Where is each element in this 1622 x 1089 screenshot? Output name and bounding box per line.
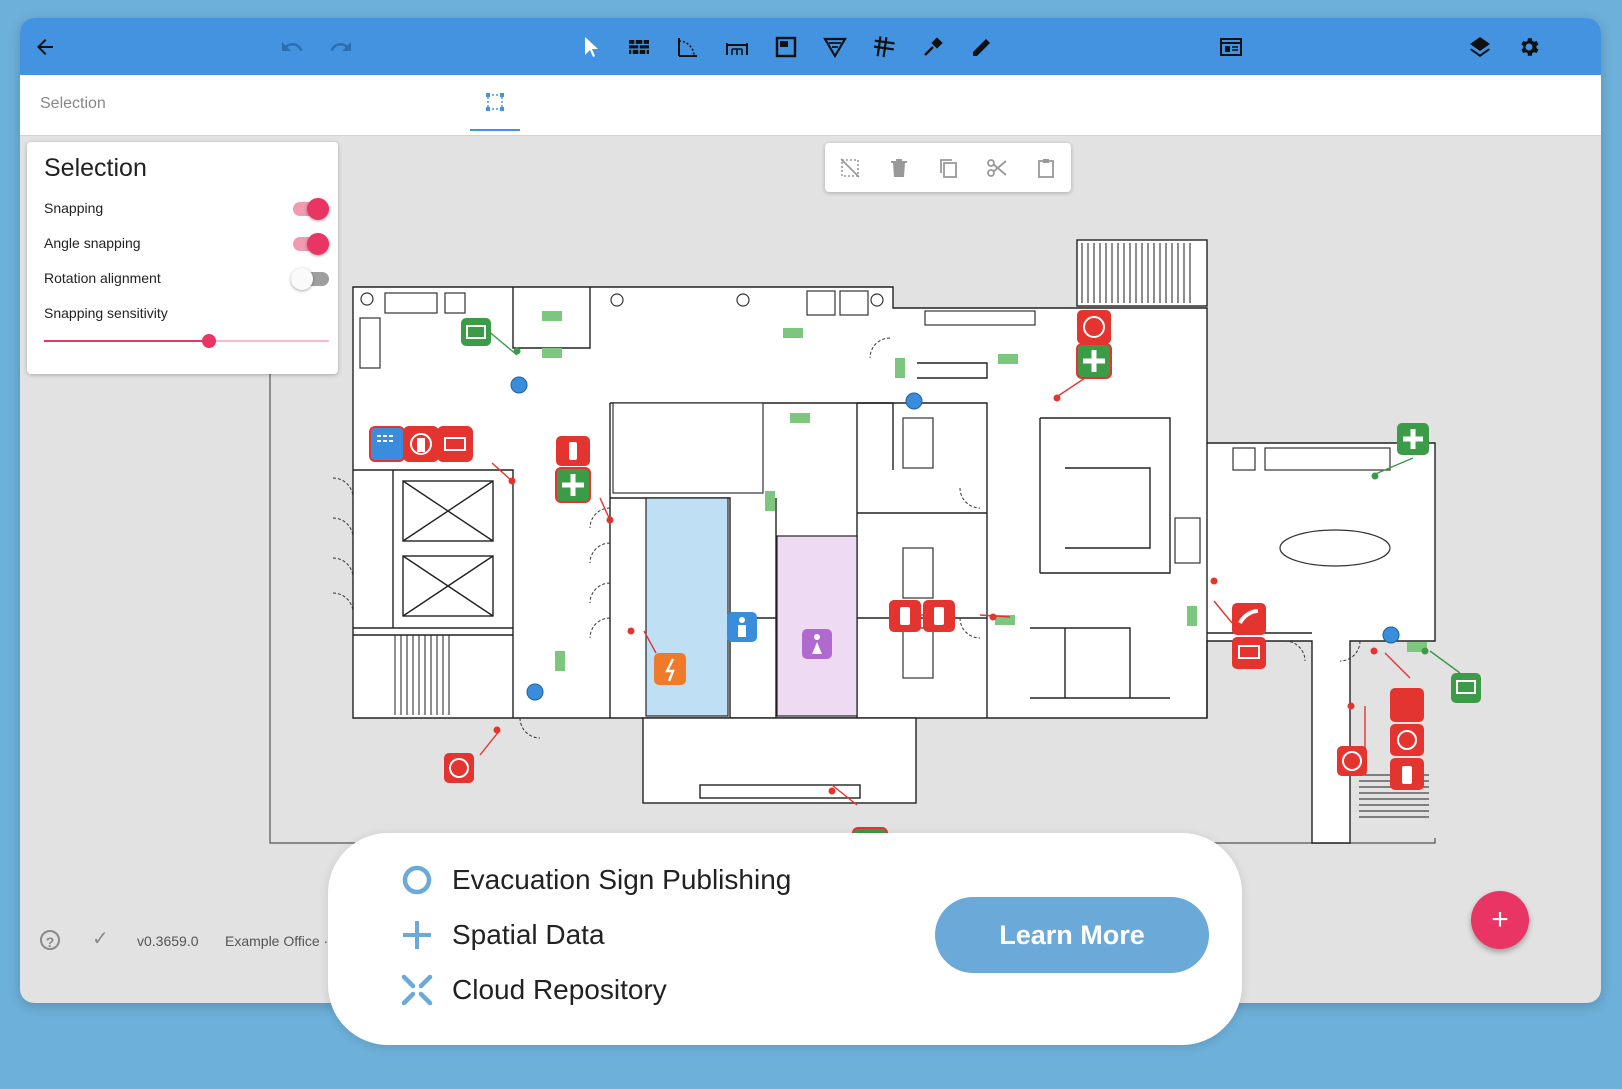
dimension-icon[interactable]: [722, 32, 752, 62]
sensitivity-slider[interactable]: [44, 334, 329, 348]
promo-card: Evacuation Sign Publishing Spatial Data …: [328, 833, 1242, 1045]
check-icon: ✓: [92, 928, 109, 950]
feature-label: Cloud Repository: [452, 974, 667, 1005]
add-button[interactable]: +: [1471, 891, 1529, 949]
gear-icon[interactable]: [1514, 32, 1544, 62]
snapping-label: Snapping: [44, 200, 104, 216]
help-icon[interactable]: ?: [40, 930, 60, 950]
copy-icon[interactable]: [935, 155, 961, 181]
mode-bar: Selection: [20, 75, 1601, 136]
panel-title: Selection: [44, 154, 147, 182]
trash-icon[interactable]: [886, 155, 912, 181]
slider-thumb[interactable]: [202, 334, 217, 348]
arrow-left-icon[interactable]: [30, 32, 60, 62]
scissors-icon[interactable]: [984, 155, 1010, 181]
cursor-icon[interactable]: [575, 32, 605, 62]
wall-icon[interactable]: [624, 32, 654, 62]
top-toolbar: [20, 18, 1601, 75]
angle-icon[interactable]: [673, 32, 703, 62]
undo-icon[interactable]: [277, 32, 307, 62]
sign-stack-ne: [1076, 310, 1112, 379]
feature-item: Spatial Data: [400, 918, 605, 952]
circle-icon: [400, 863, 434, 897]
selection-box-icon: [486, 93, 504, 111]
pencil-icon[interactable]: [967, 32, 997, 62]
grid-icon[interactable]: [869, 32, 899, 62]
feature-label: Evacuation Sign Publishing: [452, 864, 792, 895]
redo-icon[interactable]: [326, 32, 356, 62]
selection-panel: Selection Snapping Angle snapping Rotati…: [27, 142, 338, 374]
sign-first-aid-east: [1397, 423, 1429, 455]
pin-tool-icon[interactable]: [918, 32, 948, 62]
version-label: v0.3659.0: [137, 933, 199, 949]
learn-more-button[interactable]: Learn More: [935, 897, 1209, 973]
plus-icon: [400, 918, 434, 952]
clipboard-icon[interactable]: [1033, 155, 1059, 181]
feature-label: Spatial Data: [452, 919, 605, 950]
project-name[interactable]: Example Office ·: [225, 933, 328, 949]
status-bar: ? ✓ v0.3659.0 Example Office ·: [20, 918, 350, 958]
mode-title: Selection: [40, 95, 106, 112]
room-icon[interactable]: [771, 32, 801, 62]
cross-arrows-icon: [400, 973, 434, 1007]
tab-selection[interactable]: [470, 87, 520, 131]
sign-stack-se: [1390, 688, 1424, 790]
deselect-icon[interactable]: [837, 155, 863, 181]
feature-item: Cloud Repository: [400, 973, 667, 1007]
sign-exit-green: [461, 318, 491, 346]
sign-exit-se: [1451, 673, 1481, 703]
sensitivity-label: Snapping sensitivity: [44, 305, 168, 321]
view-icon[interactable]: [1216, 32, 1246, 62]
snapping-toggle[interactable]: [293, 198, 329, 220]
rotation-alignment-label: Rotation alignment: [44, 270, 161, 286]
filter-icon[interactable]: [820, 32, 850, 62]
sign-group-nw: [369, 426, 473, 462]
layers-icon[interactable]: [1465, 32, 1495, 62]
edit-toolbar: [825, 143, 1071, 192]
angle-snapping-toggle[interactable]: [293, 233, 329, 255]
angle-snapping-label: Angle snapping: [44, 235, 141, 251]
restroom-women: [776, 535, 858, 717]
rotation-alignment-toggle[interactable]: [291, 268, 329, 290]
feature-item: Evacuation Sign Publishing: [400, 863, 791, 897]
sign-stack-extinguisher: [555, 436, 591, 503]
